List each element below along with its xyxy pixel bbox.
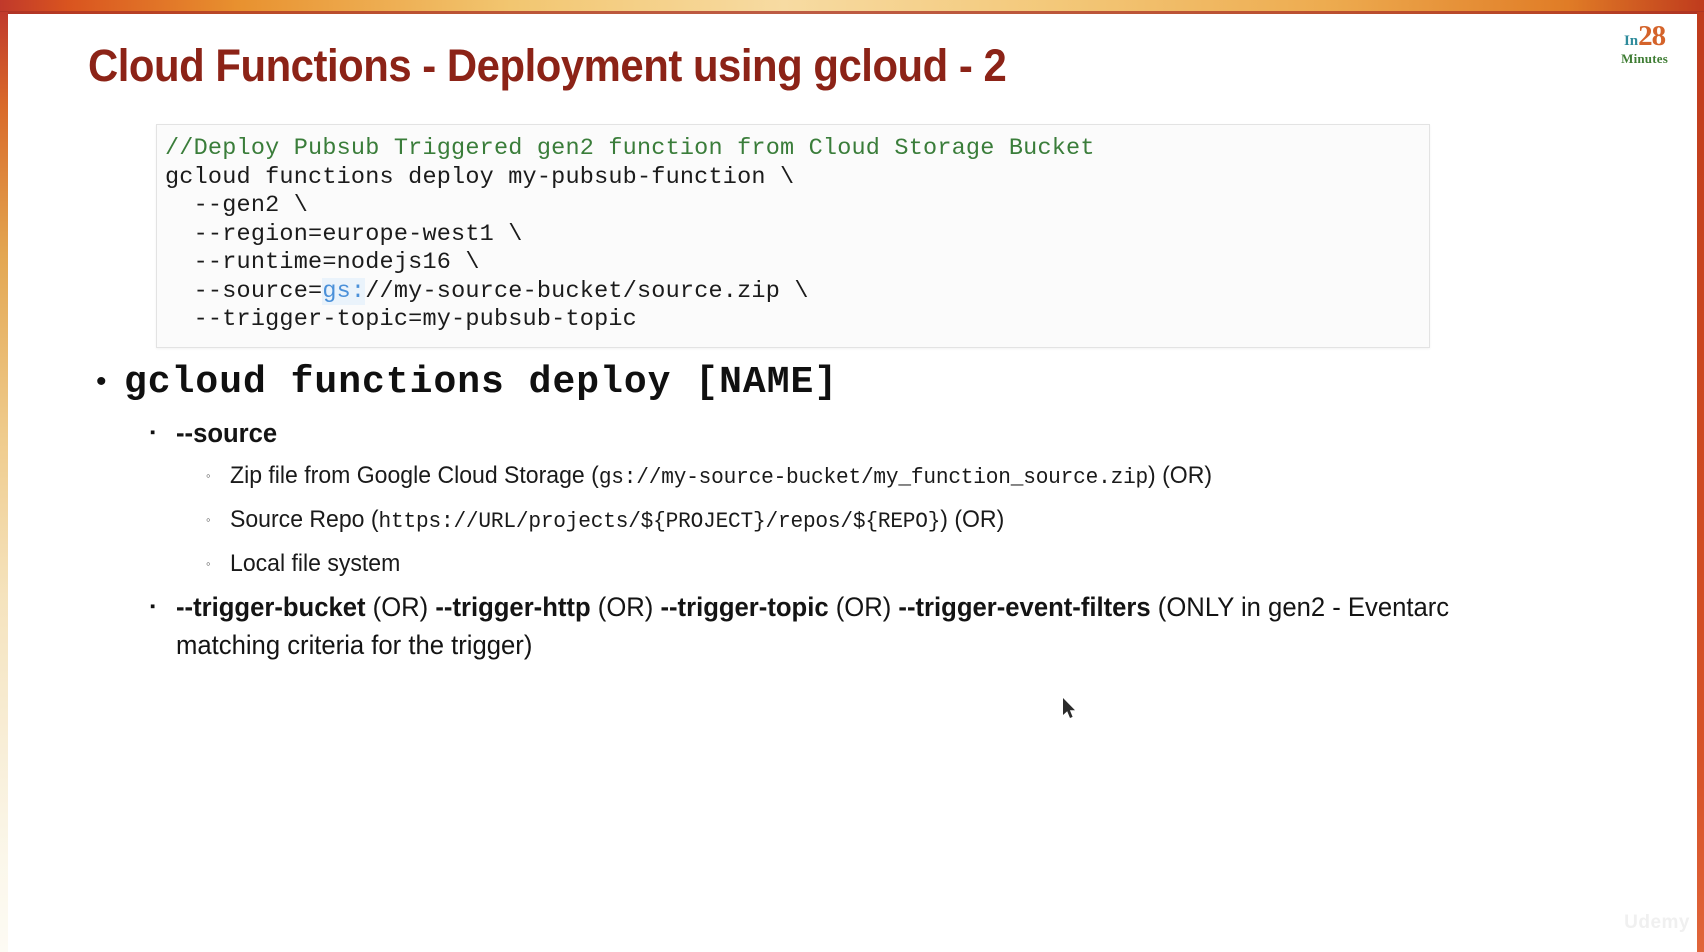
code-line: --runtime=nodejs16 \: [165, 249, 480, 276]
bullet-square-icon: ▪: [150, 424, 156, 441]
right-decorative-border: [1697, 12, 1704, 952]
udemy-watermark: Udemy: [1624, 912, 1690, 933]
logo-minutes-text: Minutes: [1621, 51, 1668, 66]
bullet-level3-item: ◦ Local file system: [206, 546, 1656, 582]
bullet-level1-text: gcloud functions deploy [NAME]: [124, 361, 839, 404]
bullet-level3-item: ◦ Source Repo (https://URL/projects/${PR…: [206, 502, 1656, 540]
text-suffix: ) (OR): [1148, 462, 1213, 489]
code-line: --region=europe-west1 \: [165, 220, 523, 248]
bullet-level2-source: ▪ --source: [150, 414, 1656, 452]
bullet-hollow-circle-icon: ◦: [206, 468, 211, 483]
bullet-level1-command: • gcloud functions deploy [NAME]: [96, 360, 1656, 406]
bullet-level2-triggers-text: --trigger-bucket (OR) --trigger-http (OR…: [176, 588, 1535, 664]
bullet-square-icon: ▪: [150, 598, 156, 615]
code-source-rest: //my-source-bucket/source.zip \: [365, 277, 809, 305]
text-mono: https://URL/projects/${PROJECT}/repos/${…: [378, 509, 941, 534]
trigger-option-http: --trigger-http: [435, 592, 591, 622]
code-line: gcloud functions deploy my-pubsub-functi…: [165, 163, 795, 191]
trigger-option-topic: --trigger-topic: [660, 592, 829, 622]
top-decorative-border: [0, 0, 1704, 14]
trigger-sep: (OR): [590, 592, 661, 622]
text-prefix: Local file system: [230, 550, 401, 577]
code-line: --gen2 \: [165, 192, 309, 219]
text-prefix: Source Repo (: [230, 506, 379, 533]
slide: In28 Minutes Cloud Functions - Deploymen…: [0, 0, 1704, 952]
trigger-option-bucket: --trigger-bucket: [176, 592, 366, 622]
bullet-level2-triggers: ▪ --trigger-bucket (OR) --trigger-http (…: [150, 588, 1656, 664]
code-source-prefix: --source=: [165, 277, 323, 305]
bullet-level3-item: ◦ Zip file from Google Cloud Storage (gs…: [206, 458, 1656, 496]
bullet-level3-text: Local file system: [230, 546, 400, 582]
text-mono: gs://my-source-bucket/my_function_source…: [598, 465, 1149, 490]
logo-in-text: In: [1623, 33, 1639, 49]
code-source-line: --source=gs://my-source-bucket/source.zi…: [165, 277, 1429, 307]
code-comment-line: //Deploy Pubsub Triggered gen2 function …: [165, 135, 1095, 162]
code-block: //Deploy Pubsub Triggered gen2 function …: [156, 124, 1430, 348]
text-suffix: ) (OR): [940, 506, 1005, 533]
page-title: Cloud Functions - Deployment using gclou…: [88, 40, 1007, 91]
trigger-sep: (OR): [365, 592, 436, 622]
left-decorative-border: [0, 12, 8, 952]
bullet-hollow-circle-icon: ◦: [206, 512, 211, 527]
bullet-content: • gcloud functions deploy [NAME] ▪ --sou…: [96, 360, 1656, 664]
bullet-level3-text: Source Repo (https://URL/projects/${PROJ…: [230, 502, 1004, 540]
code-source-scheme: gs:: [322, 277, 366, 305]
in28minutes-logo: In28 Minutes: [1621, 22, 1668, 66]
bullet-level3-text: Zip file from Google Cloud Storage (gs:/…: [230, 458, 1212, 496]
logo-top-row: In28: [1621, 22, 1668, 51]
bullet-hollow-circle-icon: ◦: [206, 556, 211, 571]
code-line: --trigger-topic=my-pubsub-topic: [165, 306, 637, 333]
bullet-dot-icon: •: [96, 365, 107, 398]
logo-28-text: 28: [1638, 20, 1666, 52]
trigger-sep: (OR): [828, 592, 899, 622]
trigger-option-event-filters: --trigger-event-filters: [898, 592, 1151, 622]
mouse-cursor-icon: [1063, 698, 1075, 718]
bullet-level2-source-label: --source: [176, 418, 278, 448]
text-prefix: Zip file from Google Cloud Storage (: [230, 462, 599, 489]
